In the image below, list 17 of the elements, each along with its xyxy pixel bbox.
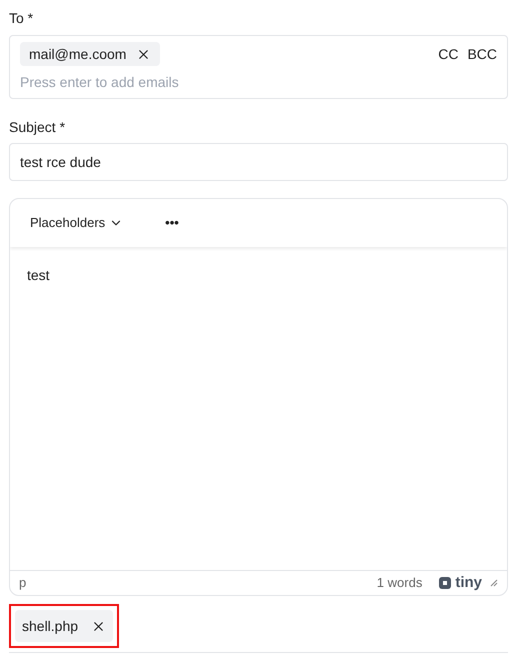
bcc-button[interactable]: BCC (467, 44, 497, 64)
resize-handle-icon[interactable] (490, 579, 498, 587)
chip-text: mail@me.coom (29, 44, 126, 64)
subject-field[interactable]: test rce dude (9, 143, 508, 181)
more-button[interactable]: ••• (165, 213, 179, 233)
word-count: 1 words (376, 574, 422, 592)
field-label: Subject * (9, 118, 66, 137)
cc-button[interactable]: CC (438, 44, 458, 64)
placeholders-dropdown[interactable]: Placeholders (30, 213, 124, 233)
recipients-field[interactable]: mail@me.coom CC BCC Press enter to add emails (9, 35, 508, 99)
body-text: test (27, 266, 51, 285)
element-path[interactable]: p (19, 573, 26, 593)
email-input[interactable]: Press enter to add emails (20, 72, 497, 92)
tiny-logo[interactable]: tiny (438, 572, 482, 594)
file-name: shell.php (22, 616, 78, 636)
editor-body[interactable]: test (10, 247, 507, 570)
field-label: To * (9, 9, 34, 28)
